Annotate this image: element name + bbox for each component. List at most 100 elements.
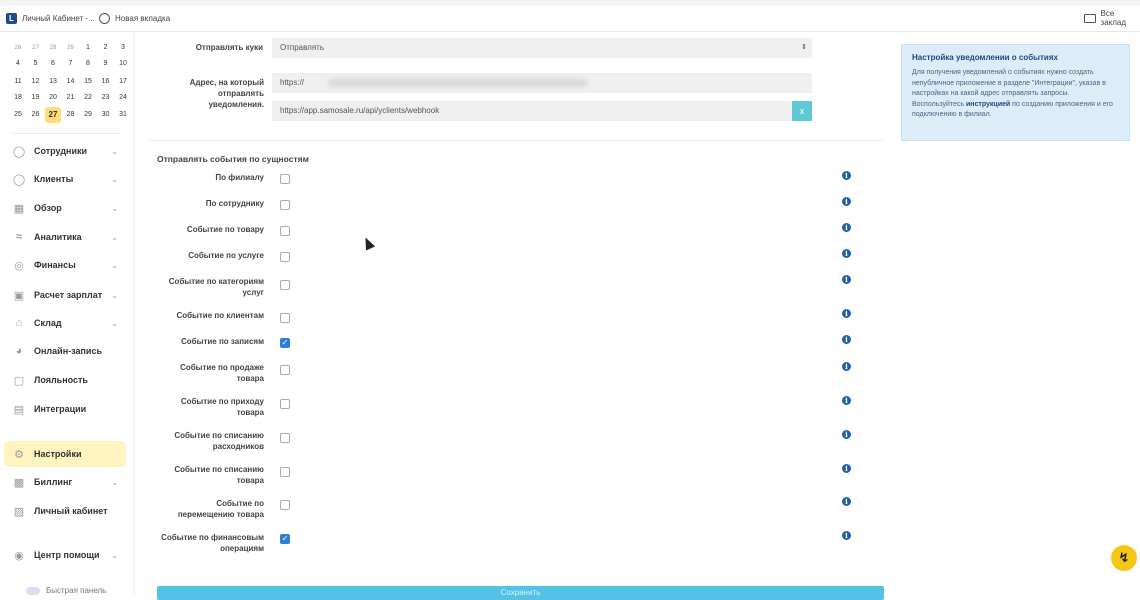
globe-icon: ◕	[15, 345, 23, 357]
event-checkbox[interactable]	[280, 174, 290, 184]
sidebar-item[interactable]: ⌂ Склад ⌄	[4, 310, 126, 336]
calendar-day[interactable]: 8	[80, 56, 96, 72]
sidebar-item-label: Интеграции	[34, 404, 87, 414]
calendar-day[interactable]: 29	[63, 40, 79, 56]
event-checkbox[interactable]	[280, 226, 290, 236]
calendar-day[interactable]: 26	[28, 107, 44, 123]
calendar-day[interactable]: 27	[45, 107, 61, 123]
info-icon[interactable]: i	[842, 309, 851, 318]
sidebar-item[interactable]: ⚙ Настройки	[4, 441, 126, 467]
help-chat-button[interactable]: ↯	[1111, 545, 1137, 571]
event-checkbox[interactable]	[280, 467, 290, 477]
sidebar-item-label: Финансы	[34, 260, 76, 270]
address-field-1[interactable]: https://	[272, 73, 812, 93]
event-checkbox[interactable]	[280, 200, 290, 210]
calendar-day[interactable]: 20	[45, 90, 61, 106]
calendar-day[interactable]: 3	[115, 40, 131, 56]
bookmark-yclients[interactable]: L Личный Кабинет -...	[6, 11, 95, 25]
calendar-day[interactable]: 2	[98, 40, 114, 56]
sidebar-item[interactable]: ◕ Онлайн-запись	[4, 338, 126, 364]
mouse-cursor-icon	[360, 235, 376, 251]
event-label: Событие по товару	[186, 225, 264, 234]
info-icon[interactable]: i	[842, 335, 851, 344]
all-bookmarks-label: Все заклад	[1100, 9, 1127, 27]
calendar-day[interactable]: 1	[80, 40, 96, 56]
sidebar-item[interactable]: ▦ Обзор ⌄	[4, 195, 126, 221]
calendar-day[interactable]: 28	[63, 107, 79, 123]
calendar-day[interactable]: 4	[10, 56, 26, 72]
event-checkbox[interactable]	[280, 399, 290, 409]
event-checkbox[interactable]	[280, 313, 290, 323]
event-checkbox[interactable]	[280, 433, 290, 443]
sidebar-item-label: Сотрудники	[34, 146, 88, 156]
sidebar-item[interactable]: ▤ Интеграции	[4, 396, 126, 422]
info-icon[interactable]: i	[842, 275, 851, 284]
calendar-day[interactable]: 23	[98, 90, 114, 106]
sidebar-item[interactable]: ◎ Финансы ⌄	[4, 252, 126, 278]
calendar-day[interactable]: 31	[115, 107, 131, 123]
chevron-down-icon: ⌄	[111, 146, 118, 156]
event-checkbox[interactable]	[280, 252, 290, 262]
info-icon[interactable]: i	[842, 197, 851, 206]
calendar-day[interactable]: 21	[63, 90, 79, 106]
event-label: Событие по услуге	[188, 251, 264, 260]
event-checkbox[interactable]: ✓	[280, 534, 290, 544]
calendar-day[interactable]: 18	[10, 90, 26, 106]
calendar-day[interactable]: 14	[63, 74, 79, 90]
calendar-day[interactable]: 10	[115, 56, 131, 72]
calendar-day[interactable]: 7	[63, 56, 79, 72]
info-icon[interactable]: i	[842, 430, 851, 439]
calendar-day[interactable]: 28	[45, 40, 61, 56]
info-icon[interactable]: i	[842, 497, 851, 506]
sidebar-item[interactable]: ◉ Центр помощи ⌄	[4, 542, 126, 568]
sidebar-item[interactable]: ▣ Расчет зарплат ⌄	[4, 282, 126, 308]
event-checkbox[interactable]	[280, 500, 290, 510]
calendar-day[interactable]: 9	[98, 56, 114, 72]
sidebar-item-label: Лояльность	[34, 375, 88, 385]
toggle-icon	[26, 586, 40, 595]
folder-icon	[1084, 13, 1096, 23]
sidebar-item[interactable]: ◯ Клиенты ⌄	[4, 166, 126, 192]
send-cookies-select[interactable]: Отправлять ⇕	[272, 38, 812, 58]
bookmark-new-tab[interactable]: Новая вкладка	[99, 11, 170, 25]
calendar-day[interactable]: 26	[10, 40, 26, 56]
calendar-day[interactable]: 24	[115, 90, 131, 106]
info-icon[interactable]: i	[842, 362, 851, 371]
calendar-day[interactable]: 25	[10, 107, 26, 123]
sidebar-item[interactable]: ≈ Аналитика ⌄	[4, 224, 126, 250]
info-icon[interactable]: i	[842, 171, 851, 180]
address-value-1: https://	[280, 78, 305, 87]
address-field-2[interactable]: https://app.samosale.ru/api/yclients/web…	[272, 101, 812, 121]
calendar-day[interactable]: 29	[80, 107, 96, 123]
calendar-day[interactable]: 13	[45, 74, 61, 90]
remove-address-button[interactable]: x	[792, 101, 812, 121]
info-icon[interactable]: i	[842, 223, 851, 232]
calendar-day[interactable]: 11	[10, 74, 26, 90]
calendar-day[interactable]: 19	[28, 90, 44, 106]
sidebar-item[interactable]: ◯ Сотрудники ⌄	[4, 138, 126, 164]
calendar-day[interactable]: 15	[80, 74, 96, 90]
calendar-day[interactable]: 27	[28, 40, 44, 56]
calendar-day[interactable]: 22	[80, 90, 96, 106]
calendar-day[interactable]: 17	[115, 74, 131, 90]
chevron-down-icon: ⌄	[111, 477, 118, 487]
calendar-day[interactable]: 16	[98, 74, 114, 90]
quick-panel-toggle[interactable]: Быстрая панель	[26, 586, 106, 595]
save-button[interactable]: Сохранить	[157, 586, 884, 600]
info-icon[interactable]: i	[842, 531, 851, 540]
info-icon[interactable]: i	[842, 249, 851, 258]
info-icon[interactable]: i	[842, 396, 851, 405]
sidebar-item[interactable]: ▨ Личный кабинет	[4, 498, 126, 524]
instruction-link[interactable]: инструкцией	[966, 101, 1010, 108]
calendar-day[interactable]: 30	[98, 107, 114, 123]
calendar-day[interactable]: 12	[28, 74, 44, 90]
sidebar-item[interactable]: ▢ Лояльность	[4, 367, 126, 393]
event-checkbox[interactable]	[280, 365, 290, 375]
event-checkbox[interactable]	[280, 280, 290, 290]
calendar-day[interactable]: 5	[28, 56, 44, 72]
sidebar-item[interactable]: ▩ Биллинг ⌄	[4, 469, 126, 495]
calendar-day[interactable]: 6	[45, 56, 61, 72]
all-bookmarks[interactable]: Все заклад	[1084, 9, 1140, 27]
event-checkbox[interactable]: ✓	[280, 338, 290, 348]
info-icon[interactable]: i	[842, 464, 851, 473]
